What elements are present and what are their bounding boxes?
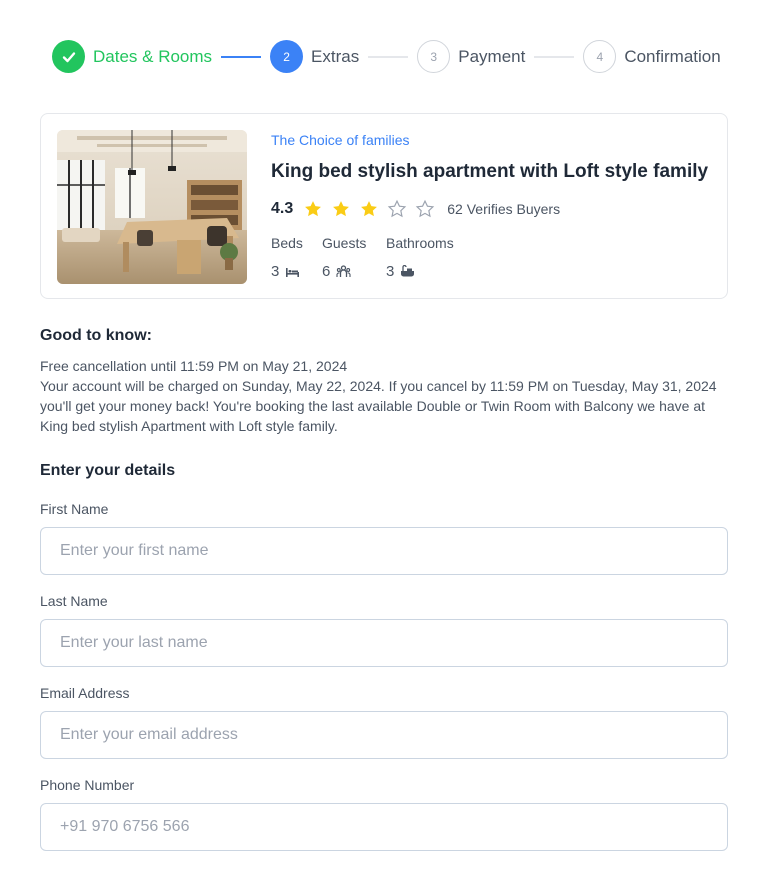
features-values: 3 6 3 (271, 263, 711, 280)
last-name-input[interactable] (40, 619, 728, 667)
step-connector (368, 55, 409, 58)
check-icon (62, 51, 75, 62)
guests-value-group: 6 (322, 263, 386, 280)
step-number: 2 (270, 40, 304, 73)
step-number: 3 (417, 40, 451, 73)
step-complete-indicator (52, 40, 85, 73)
guests-label: Guests (322, 235, 367, 251)
star-outline-icon (416, 199, 435, 218)
email-label: Email Address (40, 685, 130, 701)
guests-icon (336, 265, 351, 277)
step-label: Extras (311, 46, 360, 66)
step-payment[interactable]: 3 Payment (417, 40, 525, 73)
phone-label: Phone Number (40, 777, 135, 793)
step-label: Dates & Rooms (93, 46, 213, 66)
bed-icon (286, 267, 300, 277)
listing-tagline[interactable]: The Choice of families (271, 132, 711, 148)
rating-value: 4.3 (271, 200, 294, 217)
rating-row: 4.3 62 Verifies Buyers (271, 199, 711, 219)
rating-stars (303, 199, 443, 219)
step-dates-rooms[interactable]: Dates & Rooms (52, 40, 212, 73)
listing-info: The Choice of families King bed stylish … (271, 132, 711, 280)
charge-note: Your account will be charged on Sunday, … (40, 378, 717, 434)
features-header: Beds Guests Bathrooms (271, 235, 711, 251)
bathrooms-label: Bathrooms (386, 235, 454, 251)
buyers-count: 62 Verifies Buyers (447, 201, 561, 217)
listing-title: King bed stylish apartment with Loft sty… (271, 161, 709, 182)
star-icon (333, 201, 350, 217)
cancellation-note: Free cancellation until 11:59 PM on May … (40, 358, 348, 374)
email-input[interactable] (40, 711, 728, 759)
beds-label: Beds (271, 235, 303, 251)
first-name-input[interactable] (40, 527, 728, 575)
bathrooms-value: 3 (386, 263, 395, 280)
listing-photo (57, 130, 247, 284)
beds-value-group: 3 (271, 263, 322, 280)
phone-input[interactable] (40, 803, 728, 851)
guests-value: 6 (322, 263, 331, 280)
first-name-label: First Name (40, 501, 109, 517)
step-label: Confirmation (624, 46, 721, 66)
star-outline-icon (388, 199, 407, 218)
star-icon (305, 201, 322, 217)
details-form-title: Enter your details (40, 462, 176, 479)
step-number: 4 (583, 40, 617, 73)
step-label: Payment (458, 46, 526, 66)
beds-value: 3 (271, 263, 280, 280)
star-icon (361, 201, 378, 217)
step-connector (221, 55, 262, 58)
bathrooms-value-group: 3 (386, 263, 415, 280)
booking-stepper: Dates & Rooms 2 Extras 3 Payment 4 Confi… (52, 40, 721, 73)
bathtub-icon (401, 265, 415, 277)
step-extras[interactable]: 2 Extras (270, 40, 359, 73)
step-confirmation[interactable]: 4 Confirmation (583, 40, 721, 73)
good-to-know-text: Free cancellation until 11:59 PM on May … (40, 356, 730, 436)
listing-card: The Choice of families King bed stylish … (40, 113, 728, 299)
last-name-label: Last Name (40, 593, 108, 609)
good-to-know-title: Good to know: (40, 327, 152, 344)
step-connector (534, 55, 575, 58)
